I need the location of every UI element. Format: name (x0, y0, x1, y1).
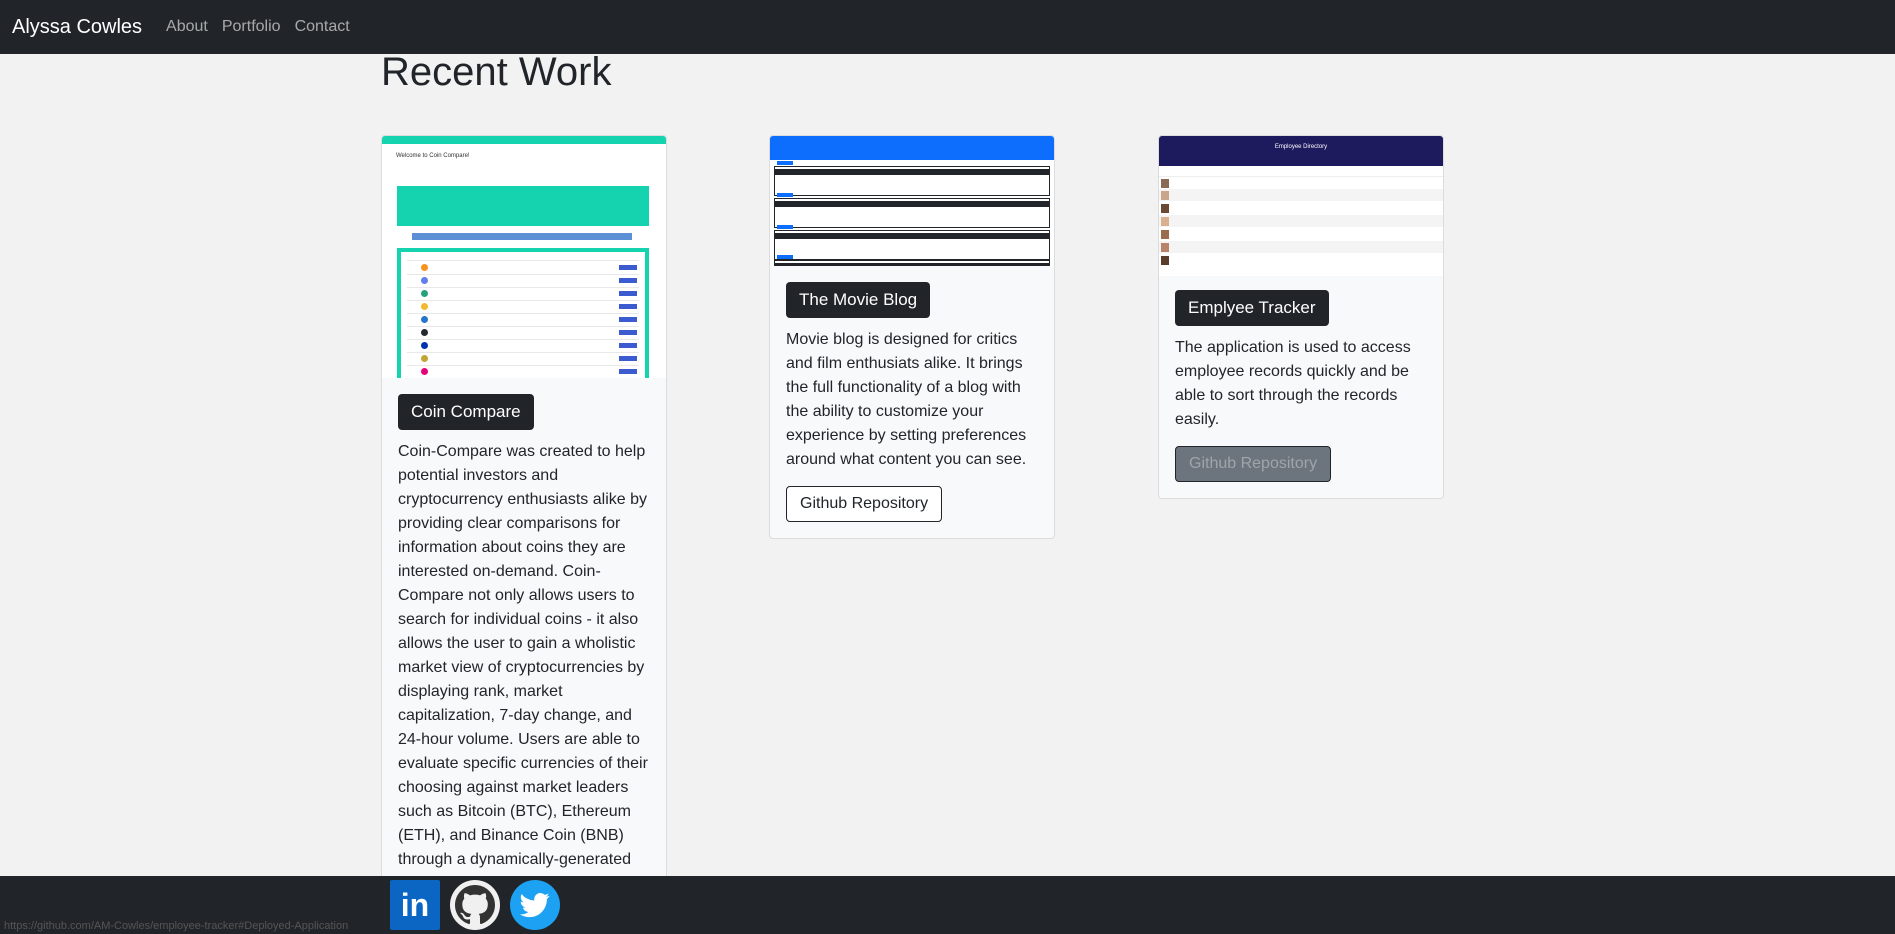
thumb-row (1159, 228, 1443, 240)
browser-status-url: https://github.com/AM-Cowles/employee-tr… (4, 920, 349, 932)
thumb-row (1159, 241, 1443, 253)
thumb-banner (397, 186, 649, 226)
twitter-bird-icon (520, 893, 550, 918)
thumb-row (1159, 215, 1443, 227)
brand-link[interactable]: Alyssa Cowles (12, 16, 142, 39)
thumb-coin-table (397, 248, 649, 378)
page-title: Recent Work (381, 50, 612, 94)
thumb-row (1159, 189, 1443, 201)
linkedin-icon[interactable]: in (390, 880, 440, 930)
thumb-row (1159, 254, 1443, 266)
nav-link-portfolio[interactable]: Portfolio (222, 18, 281, 36)
nav-link-about[interactable]: About (166, 18, 208, 36)
movie-blog-thumb-heading: The Movie Blog (776, 146, 826, 154)
employee-tracker-title-button[interactable]: Emplyee Tracker (1175, 290, 1329, 326)
thumb-row (1159, 202, 1443, 214)
movie-blog-description: Movie blog is designed for critics and f… (786, 331, 1027, 468)
thumb-post (774, 193, 1050, 228)
employee-thumb-heading: Employee Directory (1159, 136, 1443, 166)
thumb-search-bar (412, 233, 632, 240)
thumb-post (774, 255, 1050, 266)
project-card-employee-tracker: Employee Directory Emplyee Tracker The a… (1158, 135, 1444, 499)
footer: in https://github.com/AM-Cowles/employee… (0, 876, 1895, 934)
coin-compare-thumb-heading: Welcome to Coin Compare! (396, 153, 470, 159)
github-octocat-icon (455, 885, 495, 925)
movie-blog-github-button[interactable]: Github Repository (786, 486, 943, 522)
movie-blog-screenshot[interactable]: The Movie Blog (770, 136, 1054, 266)
nav-link-contact[interactable]: Contact (295, 18, 350, 36)
thumb-row (1159, 176, 1443, 189)
linkedin-text: in (400, 886, 430, 923)
thumb-post (774, 161, 1050, 196)
twitter-icon[interactable] (510, 880, 560, 930)
project-card-movie-blog: The Movie Blog The Movie Blog Movie blog… (769, 135, 1055, 539)
coin-compare-screenshot[interactable]: Welcome to Coin Compare! (382, 136, 666, 378)
employee-tracker-description: The application is used to access employ… (1175, 339, 1411, 428)
coin-compare-description: Coin-Compare was created to help potenti… (398, 443, 648, 868)
thumb-post (774, 225, 1050, 260)
movie-blog-title-button[interactable]: The Movie Blog (786, 282, 931, 318)
top-navbar: Alyssa Cowles About Portfolio Contact (0, 0, 1895, 54)
coin-compare-title-button[interactable]: Coin Compare (398, 394, 534, 430)
project-card-coin-compare: Welcome to Coin Compare! Coin Compare Co… (381, 135, 667, 903)
employee-tracker-screenshot[interactable]: Employee Directory (1159, 136, 1443, 276)
github-icon[interactable] (450, 880, 500, 930)
employee-tracker-github-button[interactable]: Github Repository (1175, 446, 1332, 482)
